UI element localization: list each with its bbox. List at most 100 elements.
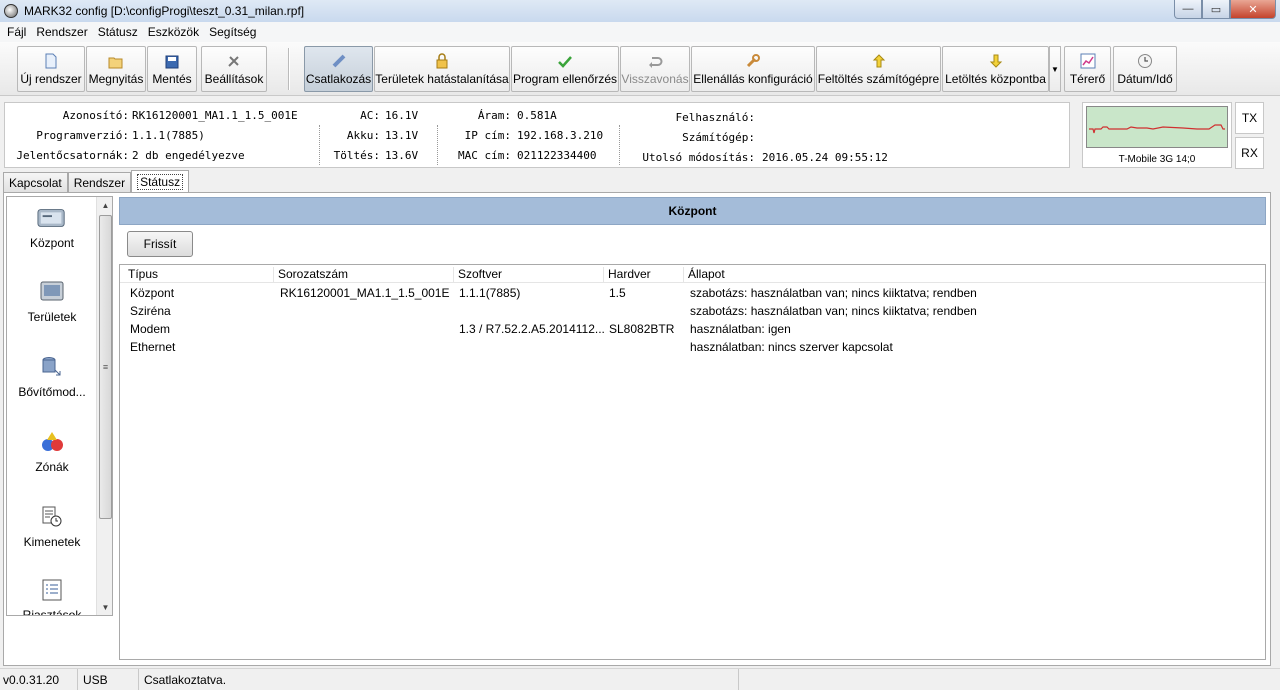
menu-status[interactable]: Státusz	[93, 25, 143, 39]
nav-item-areas-label: Területek	[27, 310, 77, 324]
ip-value: 192.168.3.210	[517, 129, 604, 142]
save-label: Mentés	[152, 72, 192, 86]
upload-arrow-icon	[872, 54, 885, 68]
menu-tools[interactable]: Eszközök	[143, 25, 204, 39]
tab-system[interactable]: Rendszer	[67, 172, 132, 192]
cell-hardware: 1.5	[609, 286, 626, 300]
column-header-software[interactable]: Szoftver	[453, 267, 502, 283]
field-strength-button[interactable]: Térerő	[1064, 46, 1111, 92]
rx-indicator: RX	[1235, 137, 1264, 169]
program-check-button[interactable]: Program ellenőrzés	[511, 46, 619, 92]
toolbar-separator	[288, 48, 290, 90]
scroll-thumb[interactable]: ≡	[99, 215, 112, 519]
database-icon	[37, 354, 67, 380]
column-header-type[interactable]: Típus	[124, 267, 158, 283]
nav-scrollbar[interactable]: ▲ ≡ ▼	[96, 197, 112, 615]
ip-label: IP cím:	[464, 129, 511, 142]
table-row[interactable]: Központ RK16120001_MA1.1_1.5_001E 1.1.1(…	[120, 284, 1265, 302]
ac-value: 16.1V	[385, 109, 419, 122]
tab-status[interactable]: Státusz	[131, 170, 190, 192]
connect-button[interactable]: Csatlakozás	[304, 46, 373, 92]
program-version-label: Programverzió:	[36, 129, 129, 142]
refresh-button[interactable]: Frissít	[127, 231, 193, 257]
nav-item-expansion-modules-label: Bővítőmod...	[18, 385, 86, 399]
field-strength-label: Térerő	[1069, 72, 1106, 86]
cell-serial: RK16120001_MA1.1_1.5_001E	[280, 286, 450, 300]
channels-label: Jelentőcsatornák:	[16, 149, 129, 162]
main-tabs: Kapcsolat Rendszer Státusz	[3, 170, 190, 192]
user-label: Felhasználó:	[675, 111, 755, 124]
cell-type: Központ	[130, 286, 175, 300]
status-nav: Központ Területek Bővítőmod... Zónák Kim…	[6, 196, 113, 616]
nav-item-alarms[interactable]: Riasztások	[7, 577, 97, 615]
column-header-status[interactable]: Állapot	[683, 267, 725, 283]
clock-icon	[1138, 54, 1152, 68]
id-label: Azonosító:	[62, 109, 129, 122]
tx-indicator: TX	[1235, 102, 1264, 134]
new-document-icon	[45, 53, 57, 69]
new-system-button[interactable]: Új rendszer	[17, 46, 85, 92]
maximize-button[interactable]: ▭	[1202, 0, 1230, 19]
disable-areas-button[interactable]: Területek hatástalanítása	[374, 46, 510, 92]
date-time-button[interactable]: Dátum/Idő	[1113, 46, 1177, 92]
cell-software: 1.3 / R7.52.2.A5.2014112...	[459, 322, 605, 336]
download-arrow-icon	[989, 54, 1002, 68]
cell-type: Ethernet	[130, 340, 176, 354]
nav-item-central-label: Központ	[29, 236, 75, 250]
minimize-button[interactable]: —	[1174, 0, 1202, 19]
settings-button[interactable]: Beállítások	[201, 46, 267, 92]
scroll-grip-icon: ≡	[102, 362, 109, 372]
program-version-value: 1.1.1(7885)	[132, 129, 205, 142]
menu-system[interactable]: Rendszer	[31, 25, 92, 39]
folder-open-icon	[108, 57, 123, 69]
nav-item-areas[interactable]: Területek	[7, 279, 97, 324]
new-system-label: Új rendszer	[20, 72, 82, 86]
scroll-up-arrow-icon[interactable]: ▲	[97, 197, 112, 213]
cell-status: használatban: nincs szerver kapcsolat	[690, 340, 893, 354]
resistance-config-label: Ellenállás konfiguráció	[693, 72, 813, 86]
cell-status: szabotázs: használatban van; nincs kiikt…	[690, 304, 977, 318]
column-header-serial[interactable]: Sorozatszám	[273, 267, 348, 283]
mac-label: MAC cím:	[458, 149, 511, 162]
nav-item-outputs[interactable]: Kimenetek	[7, 504, 97, 549]
charge-label: Töltés:	[333, 149, 380, 162]
tab-system-label: Rendszer	[73, 175, 126, 190]
disable-areas-label: Területek hatástalanítása	[375, 72, 509, 86]
menu-help[interactable]: Segítség	[204, 25, 261, 39]
menu-file[interactable]: Fájl	[2, 25, 31, 39]
table-row[interactable]: Modem 1.3 / R7.52.2.A5.2014112... SL8082…	[120, 320, 1265, 338]
save-button[interactable]: Mentés	[147, 46, 197, 92]
tab-connection[interactable]: Kapcsolat	[3, 172, 68, 192]
table-row[interactable]: Ethernet használatban: nincs szerver kap…	[120, 338, 1265, 356]
nav-item-central[interactable]: Központ	[7, 205, 97, 250]
section-header: Központ	[119, 197, 1266, 225]
monitor-icon	[37, 279, 67, 305]
toolbar: Új rendszer Megnyitás Mentés Beállítások…	[0, 42, 1280, 96]
resistance-config-button[interactable]: Ellenállás konfiguráció	[691, 46, 815, 92]
connect-label: Csatlakozás	[305, 72, 372, 86]
open-label: Megnyitás	[88, 72, 144, 86]
undo-label: Visszavonás	[621, 72, 689, 86]
download-dropdown-button[interactable]: ▼	[1049, 46, 1061, 92]
close-button[interactable]: ✕	[1230, 0, 1276, 19]
computer-label: Számítógép:	[682, 131, 755, 144]
nav-item-zones[interactable]: Zónák	[7, 429, 97, 474]
app-icon	[4, 4, 18, 18]
scroll-down-arrow-icon[interactable]: ▼	[97, 599, 112, 615]
nav-item-zones-label: Zónák	[35, 460, 69, 474]
upload-to-pc-button[interactable]: Feltöltés számítógépre	[816, 46, 941, 92]
cell-type: Modem	[130, 322, 171, 336]
shapes-icon	[37, 429, 67, 455]
undo-button[interactable]: Visszavonás	[620, 46, 690, 92]
last-modified-label: Utolsó módosítás:	[642, 151, 755, 164]
table-header-row: Típus Sorozatszám Szoftver Hardver Állap…	[120, 265, 1265, 283]
table-row[interactable]: Sziréna szabotázs: használatban van; nin…	[120, 302, 1265, 320]
device-status-table: Típus Sorozatszám Szoftver Hardver Állap…	[119, 264, 1266, 660]
download-to-central-button[interactable]: Letöltés központba	[942, 46, 1049, 92]
column-header-hardware[interactable]: Hardver	[603, 267, 651, 283]
open-button[interactable]: Megnyitás	[86, 46, 146, 92]
connection-status: Csatlakoztatva.	[139, 669, 739, 690]
device-info-panel: Azonosító: RK16120001_MA1.1_1.5_001E Pro…	[4, 102, 1070, 168]
checkmark-icon	[558, 56, 572, 68]
nav-item-expansion-modules[interactable]: Bővítőmod...	[7, 354, 97, 399]
